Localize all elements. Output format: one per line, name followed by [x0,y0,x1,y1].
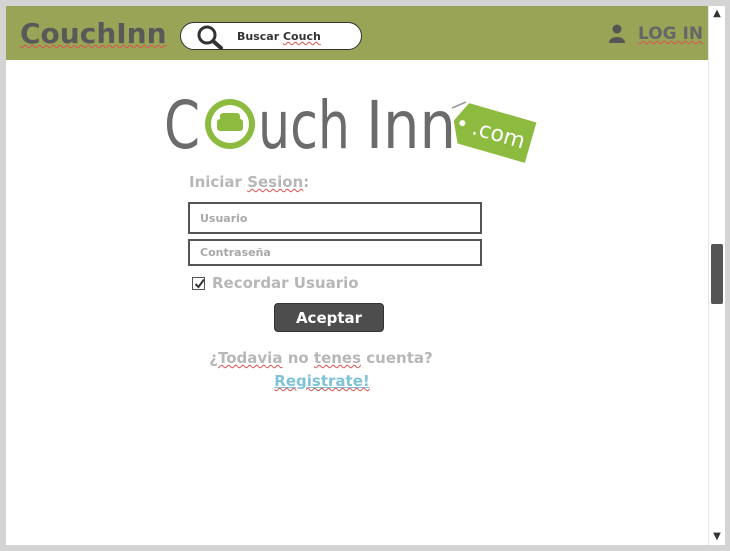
remember-user-option[interactable]: Recordar Usuario [192,274,359,292]
remember-label: Recordar Usuario [212,274,359,292]
no-account-text: ¿Todavia no tenes cuenta? [209,349,433,367]
signin-heading: Iniciar Sesion: [189,173,310,191]
scroll-thumb[interactable] [711,244,723,304]
search-button[interactable]: Buscar Couch [180,22,362,50]
svg-text:Inn: Inn [366,87,456,164]
scroll-up-arrow[interactable]: ▲ [709,6,725,22]
user-icon [609,24,625,43]
couchinn-logo: C uch Inn .com [164,87,537,164]
vertical-scrollbar[interactable]: ▲ ▼ [708,6,725,545]
register-link[interactable]: Registrate! [6,372,638,390]
login-link[interactable]: LOG IN [608,22,703,46]
check-icon [194,278,205,289]
top-header: CouchInn Buscar Couch LOG IN [6,6,708,60]
accept-button[interactable]: Aceptar [274,303,384,332]
password-input[interactable] [188,239,482,266]
brand-link[interactable]: CouchInn [20,17,167,50]
search-icon [197,25,223,50]
username-input[interactable] [188,202,482,234]
scroll-down-arrow[interactable]: ▼ [709,529,725,545]
search-label: Buscar Couch [237,30,321,43]
page-viewport: CouchInn Buscar Couch LOG IN C uch Inn .… [6,6,708,545]
svg-text:C: C [164,87,200,164]
remember-checkbox[interactable] [192,276,205,290]
login-label: LOG IN [638,24,704,44]
svg-text:uch: uch [258,87,350,164]
